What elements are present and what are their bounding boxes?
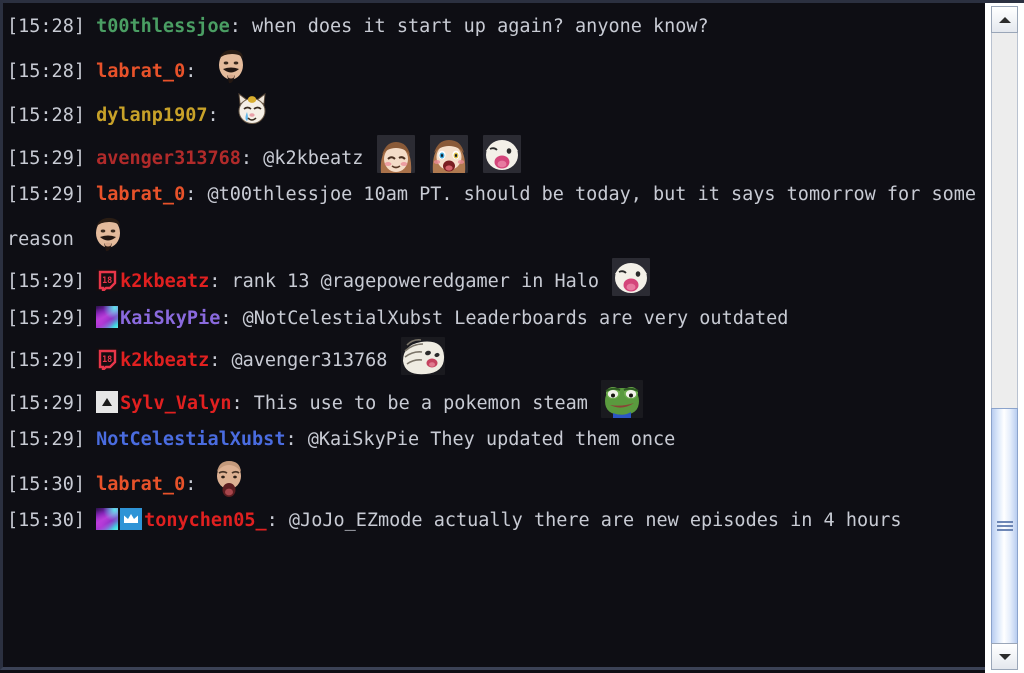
message-colon: : xyxy=(240,147,253,169)
white-cat-scribble-emote[interactable] xyxy=(400,337,445,375)
message-timestamp: [15:29] xyxy=(7,271,97,292)
message-timestamp: [15:29] xyxy=(7,392,97,414)
scrollbar-down-button[interactable] xyxy=(991,643,1018,670)
message-colon: : xyxy=(220,307,232,329)
message-username[interactable]: Sylv_Valyn xyxy=(120,393,231,414)
message-timestamp: [15:29] xyxy=(7,184,97,205)
crown-badge[interactable] xyxy=(120,508,143,530)
message-timestamp: [15:29] xyxy=(7,147,97,169)
chat-message: [15:28] t00thlessjoe: when does it start… xyxy=(7,9,988,46)
chat-message: [15:29] labrat_0: @t00thlessjoe 10am PT.… xyxy=(7,177,988,258)
message-colon: : xyxy=(207,105,219,126)
svg-text:18: 18 xyxy=(102,354,112,364)
mature-18-badge[interactable]: 18 xyxy=(96,269,119,291)
mustache-man-emote[interactable] xyxy=(87,214,127,254)
message-timestamp: [15:28] xyxy=(7,16,97,37)
message-text: @JoJo_EZmode actually there are new epis… xyxy=(277,510,902,531)
message-timestamp: [15:30] xyxy=(7,473,97,495)
message-text: @avenger313768 xyxy=(220,350,388,371)
message-colon: : xyxy=(285,429,297,450)
message-timestamp: [15:28] xyxy=(7,105,97,126)
message-colon: : xyxy=(229,16,241,37)
message-username[interactable]: t00thlessjoe xyxy=(96,16,230,37)
message-colon: : xyxy=(209,271,221,292)
message-colon: : xyxy=(231,392,243,414)
message-username[interactable]: KaiSkyPie xyxy=(120,308,220,329)
svg-text:18: 18 xyxy=(102,275,112,285)
chat-message: [15:30] labrat_0: xyxy=(7,459,988,504)
chat-message: [15:28] labrat_0: xyxy=(7,46,988,91)
white-blob-yell-emote[interactable] xyxy=(612,258,651,296)
pepe-frog-emote[interactable] xyxy=(601,379,644,418)
chat-message: [15:29] Sylv_Valyn: This use to be a pok… xyxy=(7,379,988,423)
mustache-man-emote[interactable] xyxy=(210,46,250,86)
message-username[interactable]: labrat_0 xyxy=(96,61,185,82)
chat-message: [15:29] NotCelestialXubst: @KaiSkyPie Th… xyxy=(7,422,988,459)
message-text: @KaiSkyPie They updated them once xyxy=(296,429,676,450)
chat-message: [15:29] 18 k2kbeatz: @avenger313768 xyxy=(7,337,988,380)
scrollbar-thumb[interactable] xyxy=(991,408,1018,646)
message-timestamp: [15:29] xyxy=(7,350,97,371)
message-username[interactable]: labrat_0 xyxy=(96,474,185,495)
message-text: @NotCelestialXubst Leaderboards are very… xyxy=(231,307,789,329)
scrollbar-grip-icon xyxy=(997,521,1013,533)
chat-message: [15:29] 18 k2kbeatz: rank 13 @ragepowered… xyxy=(7,258,988,301)
message-username[interactable]: avenger313768 xyxy=(96,148,241,169)
subscriber-gradient-badge[interactable] xyxy=(96,508,119,530)
message-colon: : xyxy=(185,184,197,205)
anime-girl-shocked-emote[interactable] xyxy=(429,134,468,173)
chat-message-log[interactable]: [15:28] t00thlessjoe: when does it start… xyxy=(3,3,988,667)
message-text: when does it start up again? anyone know… xyxy=(240,16,709,37)
chat-message: [15:30] tonychen05_: @JoJo_EZmode actual… xyxy=(7,503,988,540)
anime-girl-wink-emote[interactable] xyxy=(376,134,415,173)
message-timestamp: [15:28] xyxy=(7,60,97,82)
message-username[interactable]: labrat_0 xyxy=(96,184,185,205)
message-timestamp: [15:29] xyxy=(7,429,97,450)
vertical-scrollbar[interactable] xyxy=(985,3,1024,673)
triangle-badge[interactable] xyxy=(96,390,119,413)
message-colon: : xyxy=(185,473,197,495)
white-blob-yell-emote[interactable] xyxy=(482,134,521,173)
crying-meowth-emote[interactable] xyxy=(232,90,272,130)
message-timestamp: [15:30] xyxy=(7,510,97,531)
message-username[interactable]: k2kbeatz xyxy=(120,350,209,371)
chevron-down-icon xyxy=(998,653,1011,660)
message-colon: : xyxy=(209,350,221,371)
chat-message: [15:29] KaiSkyPie: @NotCelestialXubst Le… xyxy=(7,301,988,338)
message-text: This use to be a pokemon steam xyxy=(242,392,588,414)
message-username[interactable]: k2kbeatz xyxy=(120,271,209,292)
mature-18-badge[interactable]: 18 xyxy=(96,348,119,370)
bald-man-yell-emote[interactable] xyxy=(210,459,248,499)
message-text: @k2kbeatz xyxy=(252,147,364,169)
message-username[interactable]: NotCelestialXubst xyxy=(96,429,285,450)
subscriber-gradient-badge[interactable] xyxy=(96,305,119,328)
chat-window: [15:28] t00thlessjoe: when does it start… xyxy=(0,0,1024,673)
scrollbar-up-button[interactable] xyxy=(991,6,1018,33)
chat-message: [15:29] avenger313768: @k2kbeatz xyxy=(7,134,988,178)
message-colon: : xyxy=(185,60,197,82)
message-username[interactable]: dylanp1907 xyxy=(96,105,207,126)
message-username[interactable]: tonychen05_ xyxy=(144,510,267,531)
message-colon: : xyxy=(266,510,278,531)
chat-message: [15:28] dylanp1907: xyxy=(7,90,988,135)
message-timestamp: [15:29] xyxy=(7,307,97,329)
chevron-up-icon xyxy=(998,16,1011,23)
message-text: rank 13 @ragepoweredgamer in Halo xyxy=(220,271,600,292)
